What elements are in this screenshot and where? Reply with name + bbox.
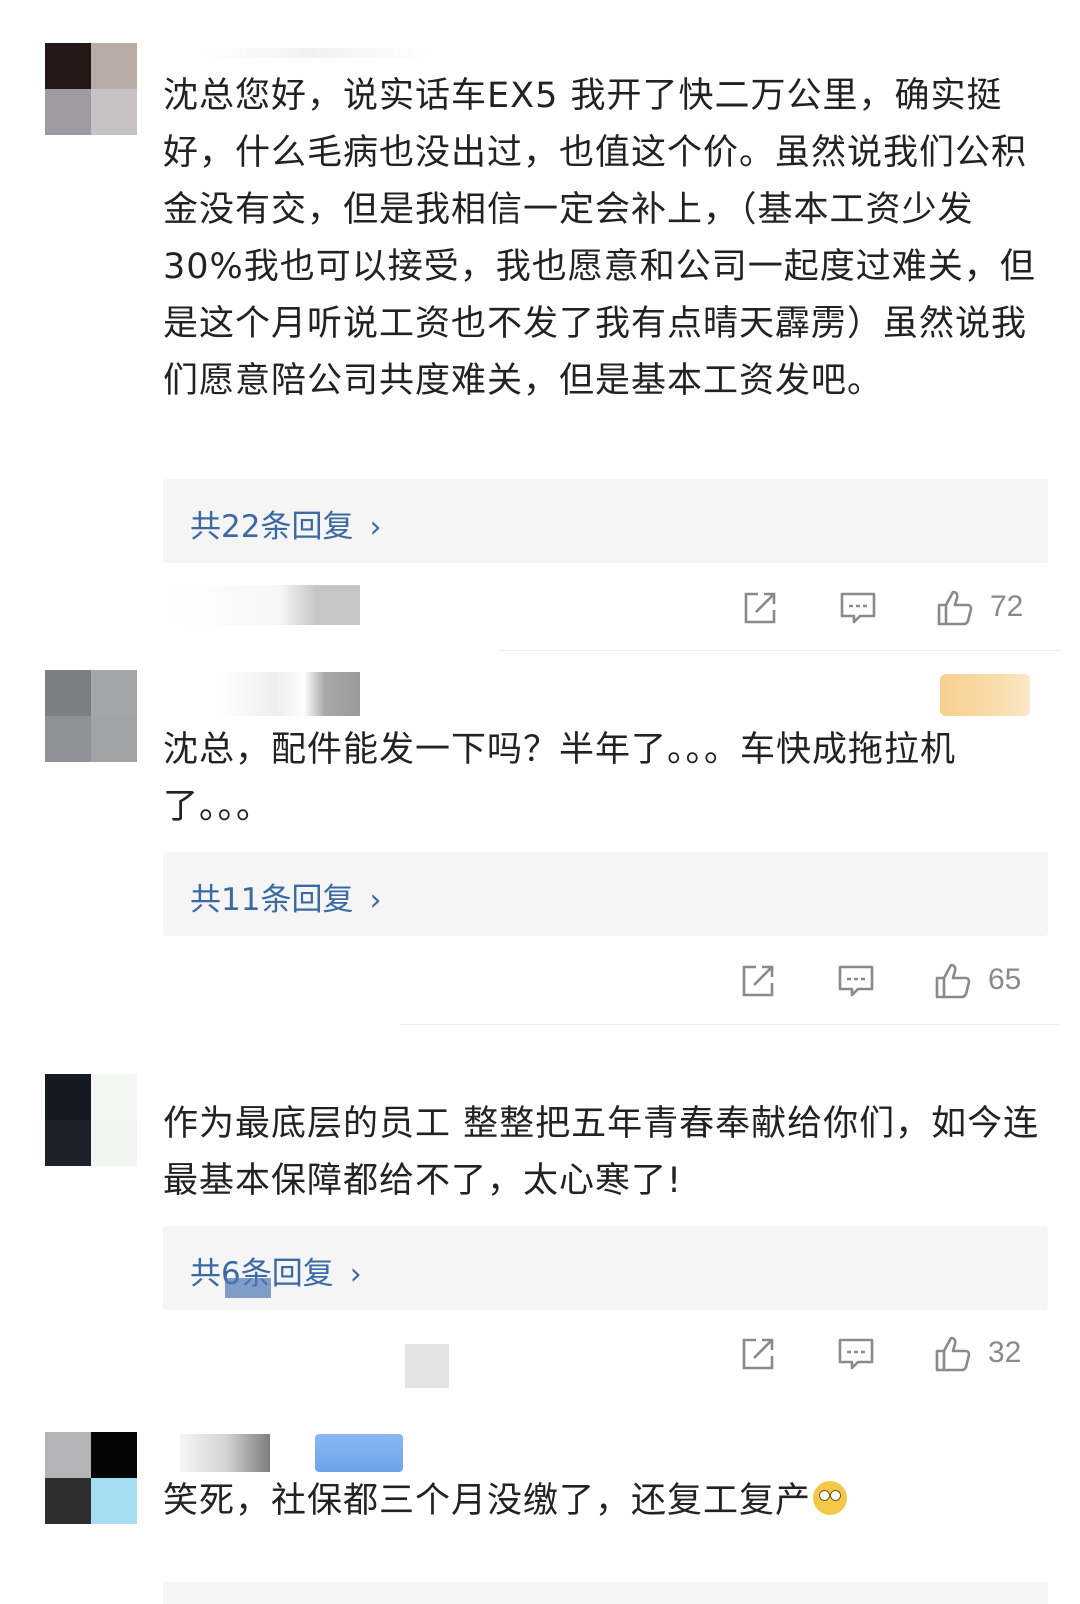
share-icon[interactable] — [740, 588, 780, 628]
like-count: 72 — [990, 590, 1024, 623]
avatar[interactable] — [45, 1432, 137, 1524]
badge-blur — [940, 674, 1030, 716]
comment-actions: 72 — [740, 588, 1040, 638]
like-count: 65 — [988, 963, 1022, 996]
avatar[interactable] — [45, 670, 137, 762]
username-blur — [180, 1434, 270, 1472]
eye-roll-emoji-icon — [813, 1481, 848, 1515]
replies-box-edge — [163, 1582, 1048, 1604]
share-icon[interactable] — [738, 961, 778, 1001]
blur-mark — [225, 1278, 271, 1298]
comment-text: 沈总您好，说实话车EX5 我开了快二万公里，确实挺好，什么毛病也没出过，也值这个… — [163, 76, 1036, 401]
chevron-right-icon: › — [369, 510, 382, 545]
chevron-right-icon: › — [349, 1257, 362, 1292]
replies-box[interactable]: 共22条回复 › — [163, 479, 1048, 563]
thumbs-up-icon[interactable] — [935, 588, 975, 628]
comment-actions: 65 — [738, 961, 1038, 1011]
like-count: 32 — [988, 1336, 1022, 1369]
thumbs-up-icon[interactable] — [933, 1334, 973, 1374]
badge-blur — [315, 1434, 403, 1472]
view-replies-link[interactable]: 共6条回复 › — [190, 1248, 362, 1293]
username-blur — [220, 672, 360, 716]
comment-icon[interactable] — [838, 588, 878, 628]
thumbs-up-icon[interactable] — [933, 961, 973, 1001]
meta-blur — [160, 585, 360, 625]
comment-text: 作为最底层的员工 整整把五年青春奉献给你们，如今连最基本保障都给不了，太心寒了! — [163, 1104, 1040, 1201]
comment-icon[interactable] — [836, 1334, 876, 1374]
replies-box[interactable]: 共11条回复 › — [163, 852, 1048, 936]
divider — [400, 1024, 1060, 1025]
username-blur — [200, 48, 430, 58]
meta-blur — [405, 1344, 449, 1388]
comment-icon[interactable] — [836, 961, 876, 1001]
chevron-right-icon: › — [369, 883, 382, 918]
comment-text: 笑死，社保都三个月没缴了，还复工复产 — [163, 1473, 1043, 1530]
replies-box[interactable]: 共6条回复 › — [163, 1226, 1048, 1310]
view-replies-link[interactable]: 共22条回复 › — [190, 501, 381, 546]
share-icon[interactable] — [738, 1334, 778, 1374]
comment-actions: 32 — [738, 1334, 1038, 1384]
comment-text: 沈总，配件能发一下吗？半年了。。。车快成拖拉机了。。。 — [163, 730, 957, 827]
divider — [500, 650, 1060, 651]
view-replies-link[interactable]: 共11条回复 › — [190, 874, 381, 919]
avatar[interactable] — [45, 1074, 137, 1166]
avatar[interactable] — [45, 43, 137, 135]
